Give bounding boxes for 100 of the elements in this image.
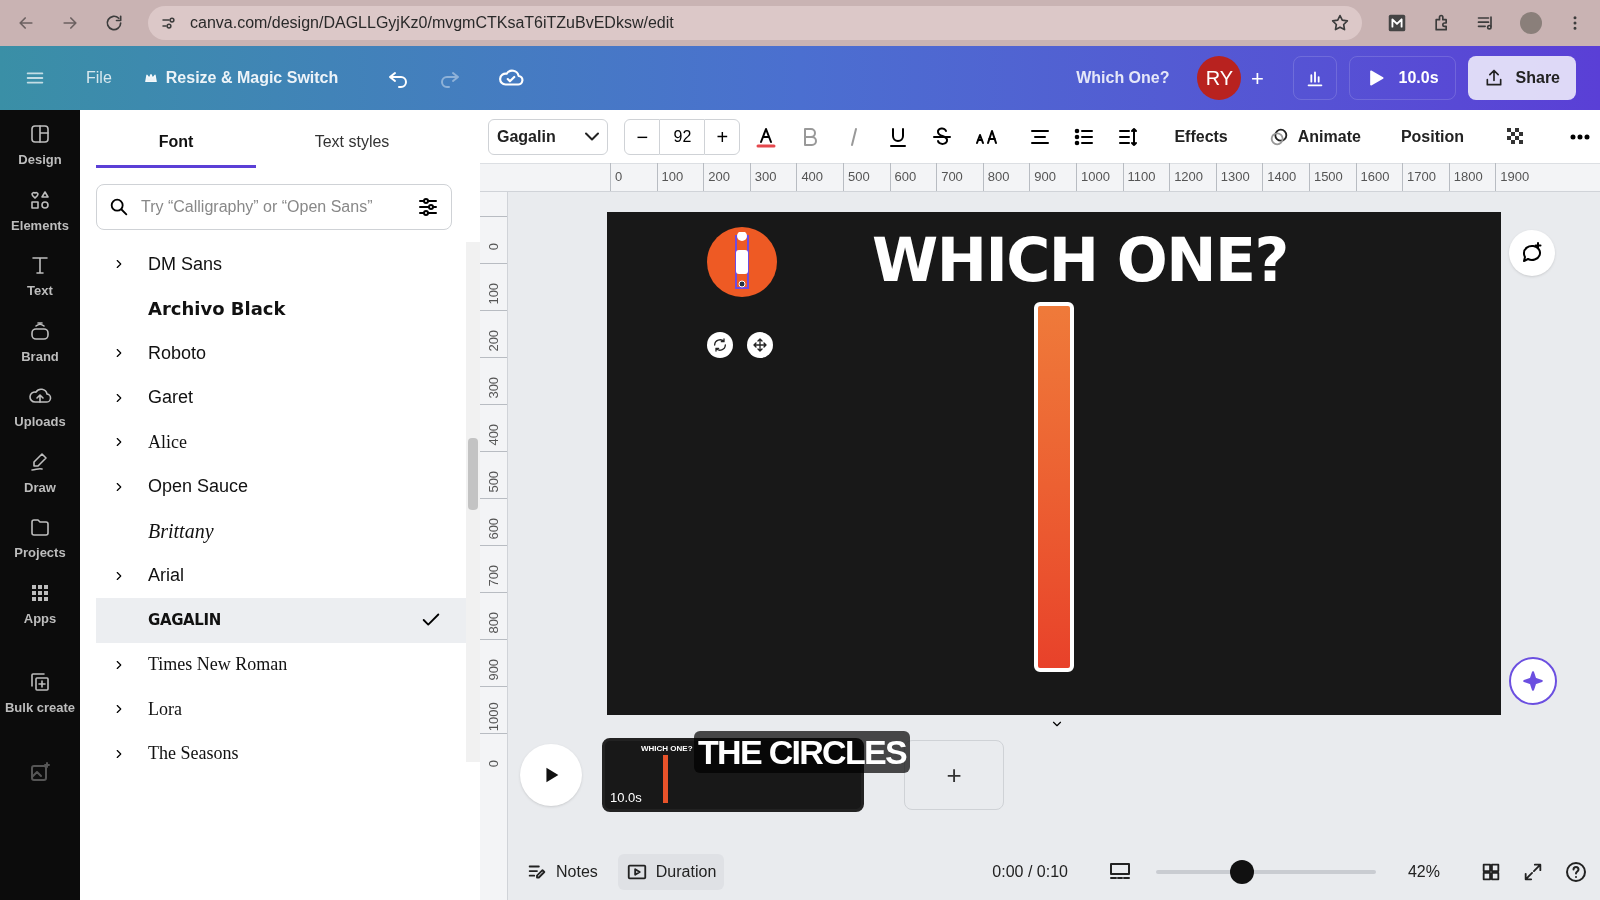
scrollbar[interactable] [466,242,480,762]
ruler-label: 100 [656,163,704,191]
sidebar-item[interactable]: Draw [1,449,79,497]
present-button[interactable]: 10.0s [1349,56,1456,100]
ruler-label: 0 [484,243,502,251]
star-icon[interactable] [1330,13,1350,33]
sidebar-item[interactable]: Design [1,122,79,170]
comment-add-icon[interactable] [1509,230,1555,276]
ruler-label: 900 [484,658,502,681]
ruler-label: 1200 [1169,163,1216,191]
font-size-field[interactable]: 92 [660,118,705,155]
notes-button[interactable]: Notes [518,854,606,890]
extension-m-icon[interactable] [1386,12,1408,34]
font-list-item[interactable]: Garet [96,375,466,420]
sidebar-item[interactable]: Uploads [1,384,79,432]
magic-media-icon[interactable] [28,759,52,784]
search-icon [108,196,130,218]
user-avatar[interactable]: RY [1197,56,1242,100]
vertical-bar-shape[interactable] [1034,302,1074,672]
crown-icon [143,71,158,85]
site-settings-icon [160,14,178,32]
font-list-item[interactable]: Alice [96,420,466,465]
ruler-label: 1600 [1355,163,1403,191]
ruler-label: 900 [1029,163,1076,191]
font-list-item[interactable]: GAGALIN [96,598,466,643]
font-dropdown[interactable]: Gagalin [488,118,609,155]
clip-duration: 10.0s [610,788,642,807]
ruler-label: 1300 [1215,163,1263,191]
copy-plus-icon [28,670,52,694]
chevron-down-icon [585,132,600,141]
sidebar-item[interactable]: Brand [1,318,79,366]
ruler-label: 1000 [1075,163,1123,191]
ruler-label: 300 [484,376,502,399]
font-list-item[interactable]: Archivo Black [96,286,466,331]
ruler-label: 500 [842,163,890,191]
video-caption: THE CIRCLES [694,731,910,773]
grid-view-icon[interactable] [1480,861,1502,883]
effects-button[interactable]: Effects [1174,124,1228,149]
filter-icon[interactable] [416,195,440,219]
font-list-item[interactable]: Arial [96,553,466,598]
ruler-label: 600 [484,517,502,540]
bar-chart-icon[interactable] [1293,56,1338,100]
animate-button[interactable]: Animate [1267,124,1361,149]
sidebar-item[interactable]: Bulk create [1,670,79,718]
font-search-field[interactable]: Try “Calligraphy” or “Open Sans” [96,184,452,230]
font-list-item[interactable]: The Seasons [96,731,466,776]
clip-title: WHICH ONE? [641,743,693,755]
ruler-label: 600 [889,163,937,191]
panel-tab[interactable]: Text styles [272,118,432,168]
ruler-label: 1800 [1448,163,1496,191]
sidebar-item[interactable]: Apps [1,580,79,628]
ruler-label: 0 [610,163,657,191]
help-icon[interactable] [1564,860,1588,884]
decrease-size-button[interactable]: − [624,118,661,155]
ruler-label: 700 [484,564,502,587]
ruler-label: 500 [484,470,502,493]
ruler-label: 1000 [484,702,502,732]
font-list-item[interactable]: Roboto [96,331,466,376]
url-text: canva.com/design/DAGLLGyjKz0/mvgmCTKsaT6iTZuBvEDksw/edit [190,13,675,33]
duration-button[interactable]: Duration [617,854,725,890]
play-icon[interactable] [520,744,582,806]
ruler-label: 200 [484,329,502,352]
ruler-label: 200 [703,163,750,191]
ruler-label: 1100 [1122,163,1170,191]
font-list-item[interactable]: Times New Roman [96,642,466,687]
ruler-label: 0 [484,760,502,768]
zoom-slider-thumb[interactable] [1229,860,1254,884]
move-icon[interactable] [747,332,773,358]
rotate-icon[interactable] [707,332,733,358]
ruler-label: 300 [749,163,797,191]
share-button[interactable]: Share [1467,56,1576,100]
sidebar-item[interactable]: Projects [1,515,79,563]
ruler-label: 400 [484,423,502,446]
font-list-item[interactable]: Lora [96,687,466,732]
panel-tab[interactable]: Font [96,118,256,168]
ruler-label: 800 [484,611,502,634]
font-list-item[interactable]: Brittany [96,509,466,554]
sidebar-item[interactable]: Elements [1,187,79,235]
font-list-item[interactable]: DM Sans [96,242,466,287]
ruler-label: 1900 [1495,163,1542,191]
design-title[interactable]: Which One? [1076,66,1170,90]
zoom-percentage[interactable]: 42% [1407,860,1440,884]
ruler-label: 100 [484,282,502,305]
clip-bar-thumbnail [663,755,668,803]
position-button[interactable]: Position [1400,124,1464,149]
fullscreen-icon[interactable] [1522,861,1544,883]
address-bar[interactable]: canva.com/design/DAGLLGyjKz0/mvgmCTKsaT6iTZuBvEDksw/edit [148,6,1362,40]
ruler-label: 1700 [1402,163,1449,191]
ruler-label: 800 [982,163,1030,191]
layout-icon [28,122,52,146]
design-heading[interactable]: WHICH ONE? [872,230,1288,290]
design-canvas[interactable]: WHICH ONE? [607,212,1501,715]
sidebar-item[interactable]: Text [1,253,79,301]
increase-size-button[interactable]: + [704,118,741,155]
ruler-label: 700 [936,163,983,191]
font-list-item[interactable]: Open Sauce [96,464,466,509]
ruler-label: 400 [796,163,843,191]
reload-icon[interactable] [104,13,124,33]
sparkle-icon[interactable] [1509,657,1557,705]
resize-magic-switch-button[interactable]: Resize & Magic Switch [143,66,339,90]
